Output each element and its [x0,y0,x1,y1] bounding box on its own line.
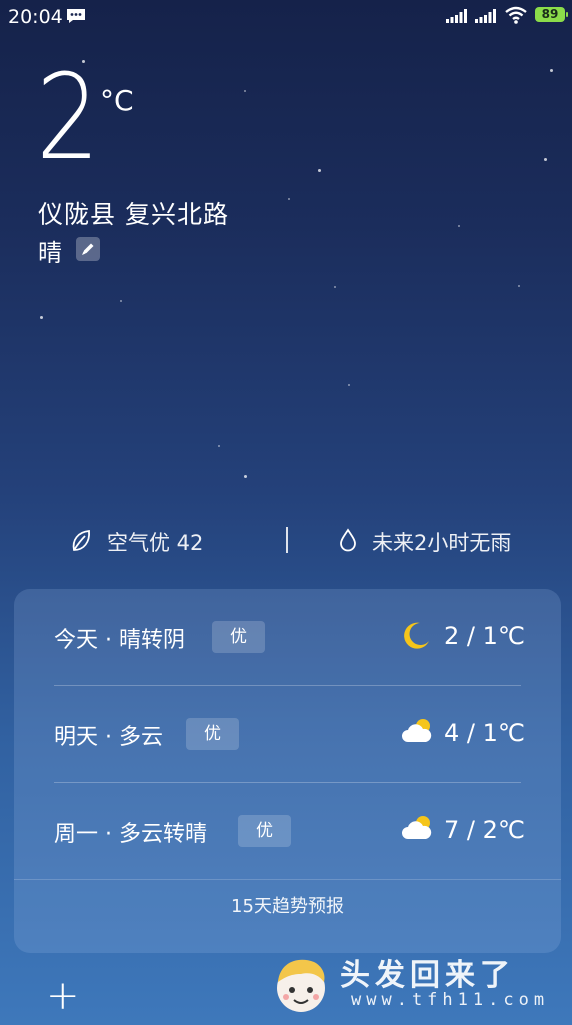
status-time: 20:04 [8,6,63,28]
current-temperature: 2 [36,48,100,186]
star [40,316,43,319]
watermark-url: www.tfh11.com [351,990,550,1010]
forecast-day: 周一 · 多云转晴 [54,822,207,847]
forecast-day: 明天 · 多云 [54,725,163,750]
add-city-button[interactable]: + [46,976,80,1016]
aqi-badge: 优 [212,621,265,653]
star [318,169,321,172]
star [458,225,460,227]
pencil-icon [82,243,94,255]
moon-icon [404,622,429,649]
temperature-range: 4 / 1℃ [444,719,525,747]
aqi-badge: 优 [238,815,291,847]
star [518,285,520,287]
current-condition: 晴 [38,239,62,267]
forecast-card: 今天 · 晴转阴 优 2 / 1℃ 明天 · 多云 优 4 / 1℃ 周一 · … [14,589,561,953]
location-name[interactable]: 仪陇县 复兴北路 [38,195,229,231]
temperature-range: 2 / 1℃ [444,622,525,650]
trend-forecast-button[interactable]: 15天趋势预报 [14,879,561,954]
temperature-range: 7 / 2℃ [444,816,525,844]
cloudy-icon [402,719,432,742]
cloudy-icon [402,816,432,839]
forecast-row[interactable]: 明天 · 多云 优 4 / 1℃ [14,686,561,782]
forecast-row[interactable]: 周一 · 多云转晴 优 7 / 2℃ [14,783,561,879]
battery-icon: 89 [535,7,568,22]
star [120,300,122,302]
message-icon [67,9,85,23]
status-bar: 20:04 89 [0,0,572,34]
wifi-icon [505,6,527,24]
star [218,445,220,447]
watermark-avatar-icon [277,959,325,1012]
forecast-day: 今天 · 晴转阴 [54,628,185,653]
star [288,198,290,200]
raindrop-icon [340,528,356,552]
leaf-icon [72,530,90,551]
star [544,158,547,161]
watermark-text: 头发回来了 [340,958,515,993]
star [244,475,247,478]
edit-button[interactable] [76,237,100,261]
star [244,90,246,92]
rain-forecast[interactable]: 未来2小时无雨 [372,527,511,557]
air-quality[interactable]: 空气优 42 [107,527,203,557]
aqi-badge: 优 [186,718,239,750]
temperature-unit: °C [100,84,134,117]
forecast-row[interactable]: 今天 · 晴转阴 优 2 / 1℃ [14,589,561,685]
star [334,286,336,288]
star [348,384,350,386]
signal-icon [446,9,467,23]
signal-icon [475,9,496,23]
divider [286,527,288,553]
star [550,69,553,72]
